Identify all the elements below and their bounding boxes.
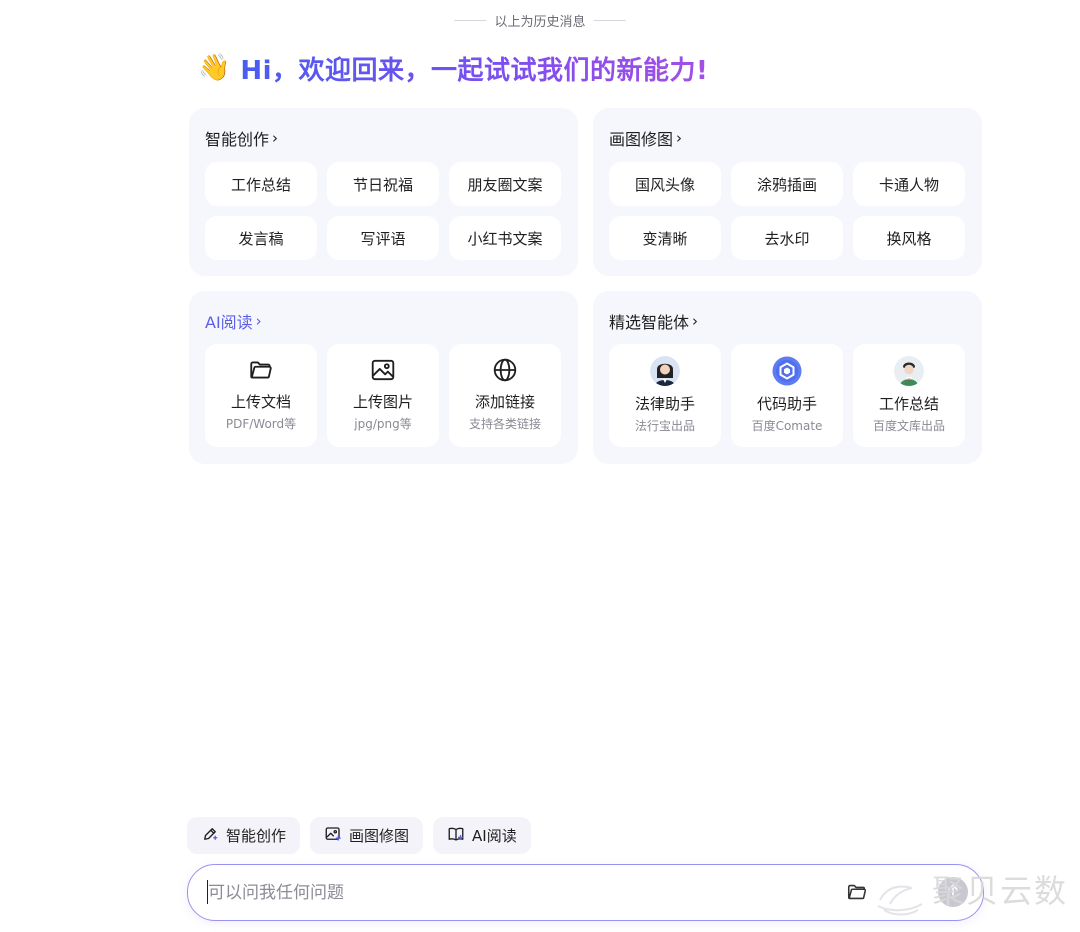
quick-action-bar: 智能创作 画图修图 AI阅读 [187, 817, 531, 854]
chevron-right-icon: › [692, 311, 699, 330]
tile-subtitle: 百度文库出品 [872, 419, 945, 433]
chip-sharpen[interactable]: 变清晰 [609, 216, 721, 260]
quick-action-label: 画图修图 [349, 827, 410, 845]
agents-card-title[interactable]: 精选智能体 › [609, 309, 698, 333]
drawing-card: 画图修图 › 国风头像 涂鸦插画 卡通人物 变清晰 去水印 换风格 [593, 108, 982, 276]
globe-icon [491, 356, 519, 384]
chevron-right-icon: › [272, 128, 279, 147]
chat-input[interactable] [208, 879, 828, 907]
chip-guofeng-avatar[interactable]: 国风头像 [609, 162, 721, 206]
watermark-text: 聚贝云数 [932, 872, 1069, 910]
history-separator-label: 以上为历史消息 [494, 14, 586, 30]
chip-change-style[interactable]: 换风格 [853, 216, 965, 260]
tile-upload-document[interactable]: 上传文档 PDF/Word等 [205, 344, 317, 447]
drawing-card-title[interactable]: 画图修图 › [609, 126, 682, 150]
quick-drawing-button[interactable]: 画图修图 [310, 817, 424, 854]
book-icon [447, 825, 465, 847]
attach-file-button[interactable] [846, 881, 870, 905]
pen-sparkle-icon [201, 825, 219, 847]
chip-speech-draft[interactable]: 发言稿 [205, 216, 317, 260]
tile-subtitle: 法行宝出品 [634, 419, 695, 433]
drawing-chip-grid: 国风头像 涂鸦插画 卡通人物 变清晰 去水印 换风格 [609, 162, 965, 260]
chip-work-summary[interactable]: 工作总结 [205, 162, 317, 206]
history-separator: 以上为历史消息 [0, 10, 1080, 30]
image-edit-icon [324, 825, 342, 847]
tile-subtitle: PDF/Word等 [225, 417, 297, 431]
chip-moments-copy[interactable]: 朋友圈文案 [449, 162, 561, 206]
chat-page: 以上为历史消息 👋 Hi，欢迎回来，一起试试我们的新能力! 智能创作 › 工作总… [0, 0, 1080, 932]
tile-name: 添加链接 [474, 393, 535, 411]
folder-icon [846, 884, 868, 907]
agents-card: 精选智能体 › 法律助手 法行宝出品 代码助手 百度Comate 工作总结 百度… [593, 291, 982, 464]
quick-ai-reading-button[interactable]: AI阅读 [433, 817, 531, 854]
folder-icon [247, 356, 275, 384]
greeting-text: Hi，欢迎回来，一起试试我们的新能力! [240, 50, 708, 87]
chevron-right-icon: › [676, 128, 683, 147]
chip-xiaohongshu-copy[interactable]: 小红书文案 [449, 216, 561, 260]
tile-subtitle: 百度Comate [751, 419, 823, 433]
worker-avatar [894, 356, 924, 386]
tile-name: 上传文档 [230, 393, 291, 411]
greeting-banner: 👋 Hi，欢迎回来，一起试试我们的新能力! [198, 48, 708, 88]
quick-action-label: 智能创作 [226, 827, 287, 845]
reading-card-title[interactable]: AI阅读 › [205, 309, 262, 333]
creation-card: 智能创作 › 工作总结 节日祝福 朋友圈文案 发言稿 写评语 小红书文案 [189, 108, 578, 276]
chip-doodle-illustration[interactable]: 涂鸦插画 [731, 162, 843, 206]
watermark-logo-icon [872, 866, 928, 922]
separator-line-left [454, 19, 487, 21]
tile-name: 工作总结 [878, 395, 939, 413]
tile-legal-assistant[interactable]: 法律助手 法行宝出品 [609, 344, 721, 447]
tile-name: 法律助手 [634, 395, 695, 413]
chip-holiday-greeting[interactable]: 节日祝福 [327, 162, 439, 206]
reading-card-title-label: AI阅读 [205, 313, 253, 332]
creation-card-title[interactable]: 智能创作 › [205, 126, 278, 150]
waving-hand-emoji: 👋 [198, 53, 231, 83]
tile-work-summary-agent[interactable]: 工作总结 百度文库出品 [853, 344, 965, 447]
tile-name: 代码助手 [756, 395, 817, 413]
comate-logo-icon [772, 356, 802, 386]
tile-add-link[interactable]: 添加链接 支持各类链接 [449, 344, 561, 447]
chip-write-comment[interactable]: 写评语 [327, 216, 439, 260]
drawing-card-title-label: 画图修图 [609, 130, 674, 149]
creation-card-title-label: 智能创作 [205, 130, 270, 149]
creation-chip-grid: 工作总结 节日祝福 朋友圈文案 发言稿 写评语 小红书文案 [205, 162, 561, 260]
lawyer-avatar [650, 356, 680, 386]
separator-line-right [593, 19, 626, 21]
chip-remove-watermark[interactable]: 去水印 [731, 216, 843, 260]
quick-smart-creation-button[interactable]: 智能创作 [187, 817, 301, 854]
agents-tile-grid: 法律助手 法行宝出品 代码助手 百度Comate 工作总结 百度文库出品 [609, 344, 965, 447]
tile-code-assistant[interactable]: 代码助手 百度Comate [731, 344, 843, 447]
tile-subtitle: 支持各类链接 [468, 417, 541, 431]
reading-tile-grid: 上传文档 PDF/Word等 上传图片 jpg/png等 添加链接 支持各类链接 [205, 344, 561, 447]
chevron-right-icon: › [255, 311, 262, 330]
text-caret [207, 880, 208, 904]
image-icon [369, 356, 397, 384]
tile-subtitle: jpg/png等 [354, 417, 412, 431]
quick-action-label: AI阅读 [472, 827, 517, 845]
tile-upload-image[interactable]: 上传图片 jpg/png等 [327, 344, 439, 447]
agents-card-title-label: 精选智能体 [609, 313, 690, 332]
reading-card: AI阅读 › 上传文档 PDF/Word等 上传图片 jpg/png等 添加链接… [189, 291, 578, 464]
tile-name: 上传图片 [352, 393, 413, 411]
chip-cartoon-character[interactable]: 卡通人物 [853, 162, 965, 206]
